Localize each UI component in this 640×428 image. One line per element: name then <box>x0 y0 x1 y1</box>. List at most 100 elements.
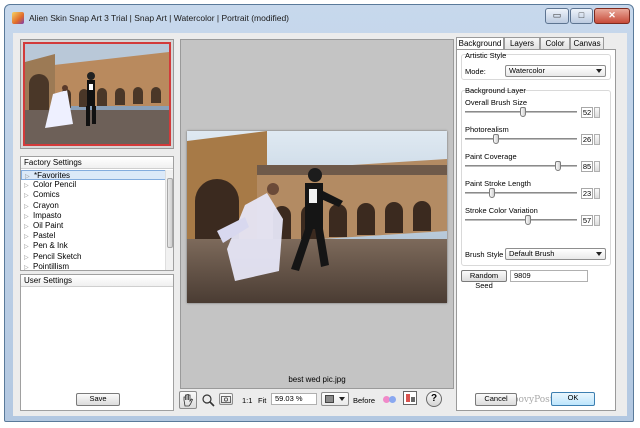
save-button[interactable]: Save <box>76 393 120 406</box>
slider-value-field[interactable]: 23 <box>581 188 593 199</box>
preset-item[interactable]: ▷ Oil Paint <box>21 221 166 231</box>
slider-knob[interactable] <box>492 134 499 144</box>
ok-button[interactable]: OK <box>551 392 595 406</box>
factory-settings-panel: Factory Settings ▷ *Favorites ▷ Color Penci… <box>20 156 174 271</box>
slider-value-field[interactable]: 52 <box>581 107 593 118</box>
slider-value-field[interactable]: 57 <box>581 215 593 226</box>
slider-spinner[interactable] <box>594 161 600 172</box>
slider-knob[interactable] <box>489 188 496 198</box>
expand-triangle-icon[interactable]: ▷ <box>24 181 33 190</box>
mode-value: Watercolor <box>509 66 545 75</box>
preset-label: Pencil Sketch <box>33 251 82 261</box>
snapshot-icon[interactable] <box>219 393 233 405</box>
preset-item[interactable]: ▷ Pen & Ink <box>21 241 166 251</box>
slider-track[interactable] <box>465 219 577 221</box>
slider-label: Overall Brush Size <box>465 98 528 107</box>
user-settings-panel: User Settings <box>20 274 174 411</box>
expand-triangle-icon[interactable]: ▷ <box>24 242 33 251</box>
help-icon[interactable]: ? <box>426 391 442 407</box>
thumbnail-photo <box>25 44 169 144</box>
preset-label: Pastel <box>33 231 56 241</box>
preview-area[interactable] <box>180 39 454 389</box>
expand-triangle-icon[interactable]: ▷ <box>25 172 34 179</box>
zoom-percent-field[interactable]: 59.03 % <box>271 393 317 405</box>
title-bar[interactable]: Alien Skin Snap Art 3 Trial | Snap Art |… <box>5 5 633 31</box>
zoom-1to1-button[interactable]: 1:1 <box>242 396 252 405</box>
slider-knob[interactable] <box>520 107 527 117</box>
preset-item[interactable]: ▷ Pointillism <box>21 262 166 272</box>
expand-triangle-icon[interactable]: ▷ <box>24 263 33 272</box>
chevron-down-icon <box>596 252 602 256</box>
tab-canvas[interactable]: Canvas <box>570 37 604 49</box>
hand-icon <box>183 394 194 407</box>
minimize-button[interactable]: ▭ <box>545 8 569 24</box>
preview-image[interactable] <box>187 131 447 303</box>
preset-item[interactable]: ▷ Impasto <box>21 211 166 221</box>
magnifier-icon <box>202 394 215 407</box>
expand-triangle-icon[interactable]: ▷ <box>24 232 33 241</box>
preset-label: Impasto <box>33 210 62 220</box>
preset-label: Comics <box>33 190 60 200</box>
background-layer-title: Background Layer <box>465 86 526 95</box>
split-view-icon <box>325 395 334 403</box>
preset-item[interactable]: ▷ Color Pencil <box>21 180 166 190</box>
hand-tool-icon[interactable] <box>179 391 197 409</box>
preset-scrollbar[interactable] <box>165 170 173 270</box>
slider-spinner[interactable] <box>594 215 600 226</box>
navigator-panel <box>20 39 174 149</box>
color-dots-icon[interactable] <box>383 394 399 404</box>
preset-label: Crayon <box>33 200 59 210</box>
slider-value-field[interactable]: 26 <box>581 134 593 145</box>
compare-icon[interactable] <box>403 391 417 405</box>
slider-value-field[interactable]: 85 <box>581 161 593 172</box>
split-view-select[interactable] <box>321 392 349 406</box>
random-seed-field[interactable]: 9809 <box>510 270 588 282</box>
brush-style-label: Brush Style <box>465 250 504 259</box>
slider-knob[interactable] <box>525 215 532 225</box>
random-seed-button[interactable]: Random Seed <box>461 270 507 290</box>
before-label[interactable]: Before <box>353 396 375 405</box>
brush-style-select[interactable]: Default Brush <box>505 248 606 260</box>
slider-knob[interactable] <box>555 161 562 171</box>
expand-triangle-icon[interactable]: ▷ <box>24 253 33 262</box>
chevron-down-icon <box>339 397 345 401</box>
artistic-style-title: Artistic Style <box>465 51 507 60</box>
preset-scrollbar-thumb[interactable] <box>167 178 173 248</box>
close-button[interactable]: ✕ <box>594 8 630 24</box>
background-settings-panel: Artistic Style Mode: Watercolor Backgrou… <box>456 49 616 411</box>
expand-triangle-icon[interactable]: ▷ <box>24 191 33 200</box>
preset-item[interactable]: ▷ *Favorites <box>21 170 166 181</box>
cancel-button[interactable]: Cancel <box>475 393 517 406</box>
maximize-button[interactable]: □ <box>570 8 593 24</box>
navigator-thumbnail[interactable] <box>23 42 171 146</box>
tab-layers[interactable]: Layers <box>504 37 540 49</box>
preset-label: *Favorites <box>34 171 71 180</box>
slider-track[interactable] <box>465 192 577 194</box>
tab-color[interactable]: Color <box>540 37 570 49</box>
slider-spinner[interactable] <box>594 188 600 199</box>
expand-triangle-icon[interactable]: ▷ <box>24 222 33 231</box>
preset-label: Pen & Ink <box>33 241 68 251</box>
expand-triangle-icon[interactable]: ▷ <box>24 202 33 211</box>
preset-item[interactable]: ▷ Comics <box>21 190 166 200</box>
slider-track[interactable] <box>465 138 577 140</box>
mode-select[interactable]: Watercolor <box>505 65 606 77</box>
expand-triangle-icon[interactable]: ▷ <box>24 212 33 221</box>
slider-label: Paint Stroke Length <box>465 179 531 188</box>
preset-item[interactable]: ▷ Pencil Sketch <box>21 252 166 262</box>
app-icon <box>12 12 24 24</box>
mode-label: Mode: <box>465 67 486 76</box>
slider-spinner[interactable] <box>594 107 600 118</box>
slider-spinner[interactable] <box>594 134 600 145</box>
preset-item[interactable]: ▷ Pastel <box>21 231 166 241</box>
preset-label: Pointillism <box>33 261 70 271</box>
slider-label: Paint Coverage <box>465 152 517 161</box>
factory-settings-header: Factory Settings <box>21 157 173 169</box>
preset-item[interactable]: ▷ Crayon <box>21 201 166 211</box>
zoom-tool-icon[interactable] <box>201 393 215 407</box>
window-title: Alien Skin Snap Art 3 Trial | Snap Art |… <box>29 13 289 23</box>
slider-label: Stroke Color Variation <box>465 206 538 215</box>
preset-label: Color Pencil <box>33 180 77 190</box>
zoom-fit-button[interactable]: Fit <box>258 396 266 405</box>
chevron-down-icon <box>596 69 602 73</box>
